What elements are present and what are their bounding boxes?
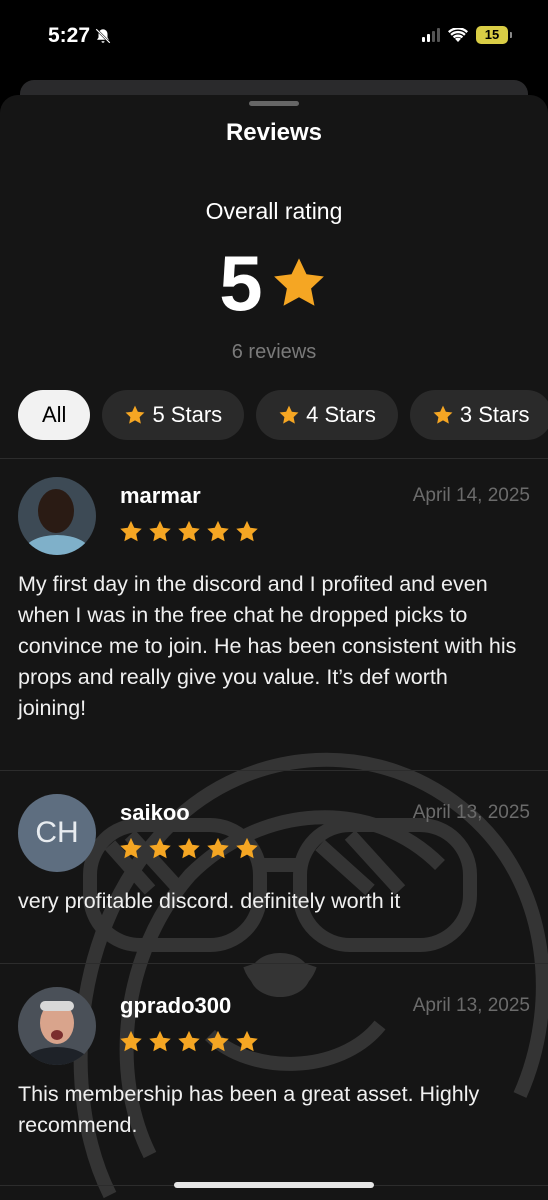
review-text: My first day in the discord and I profit… [18,572,517,720]
filter-chip-label: All [42,402,67,427]
reviewer-name: gprado300 [120,993,232,1018]
filter-chip-all[interactable]: All [18,390,91,440]
star-icon [205,836,231,861]
star-icon [147,1029,173,1054]
sheet-title: Reviews [225,119,323,146]
sheet-grabber[interactable] [249,101,299,106]
star-icon [234,836,260,861]
star-icon [176,836,202,861]
status-time: 5:27 [48,24,112,48]
star-icon [269,254,329,312]
star-icon [234,519,260,544]
star-rating [118,836,260,861]
filter-chip-3-stars[interactable]: 3 Stars [409,390,548,440]
filter-chip-4-stars[interactable]: 4 Stars [256,390,398,440]
review-date: April 13, 2025 [412,802,530,823]
status-bar: 5:27 15 [0,0,548,80]
avatar: CH [18,794,96,872]
review-item: gprado300 April 13, 2025 This membership… [18,987,530,1167]
clock-label: 5:27 [48,24,91,47]
reviewer-name: saikoo [120,800,190,825]
star-icon [147,519,173,544]
home-indicator[interactable] [174,1182,374,1188]
divider [0,963,548,964]
star-icon [432,404,454,426]
star-icon [205,1029,231,1054]
review-item: marmar April 14, 2025 My first day in th… [18,477,530,727]
reviews-sheet: Reviews Overall rating 5 6 reviews All 5… [0,95,548,1200]
star-icon [234,1029,260,1054]
review-date: April 14, 2025 [412,485,530,506]
star-icon [124,404,146,426]
star-icon [118,836,144,861]
star-rating [118,519,260,544]
review-item: CH saikoo April 13, 2025 very profitable… [18,794,530,934]
star-icon [278,404,300,426]
rating-filter-chips: All 5 Stars 4 Stars 3 Stars [18,390,548,440]
review-text: very profitable discord. definitely wort… [18,889,401,913]
review-text: This membership has been a great asset. … [18,1082,480,1137]
star-icon [176,1029,202,1054]
overall-rating: 5 [0,243,548,323]
star-rating [118,1029,260,1054]
filter-chip-label: 4 Stars [306,402,376,427]
battery-icon: 15 [476,26,512,44]
wifi-icon [448,27,468,42]
reviewer-name: marmar [120,483,201,508]
signal-bars-icon [422,28,440,42]
divider [0,458,548,459]
filter-chip-label: 5 Stars [152,402,223,427]
overall-score: 5 [219,239,263,327]
status-indicators: 15 [422,26,512,44]
divider [0,770,548,771]
filter-chip-5-stars[interactable]: 5 Stars [102,390,245,440]
star-icon [118,519,144,544]
star-icon [176,519,202,544]
bell-slash-icon [95,28,111,44]
avatar [18,987,96,1065]
overall-rating-label: Overall rating [205,198,343,224]
star-icon [118,1029,144,1054]
filter-chip-label: 3 Stars [459,402,530,427]
star-icon [205,519,231,544]
review-count: 6 reviews [231,341,317,363]
avatar [18,477,96,555]
review-date: April 13, 2025 [412,995,530,1016]
star-icon [147,836,173,861]
